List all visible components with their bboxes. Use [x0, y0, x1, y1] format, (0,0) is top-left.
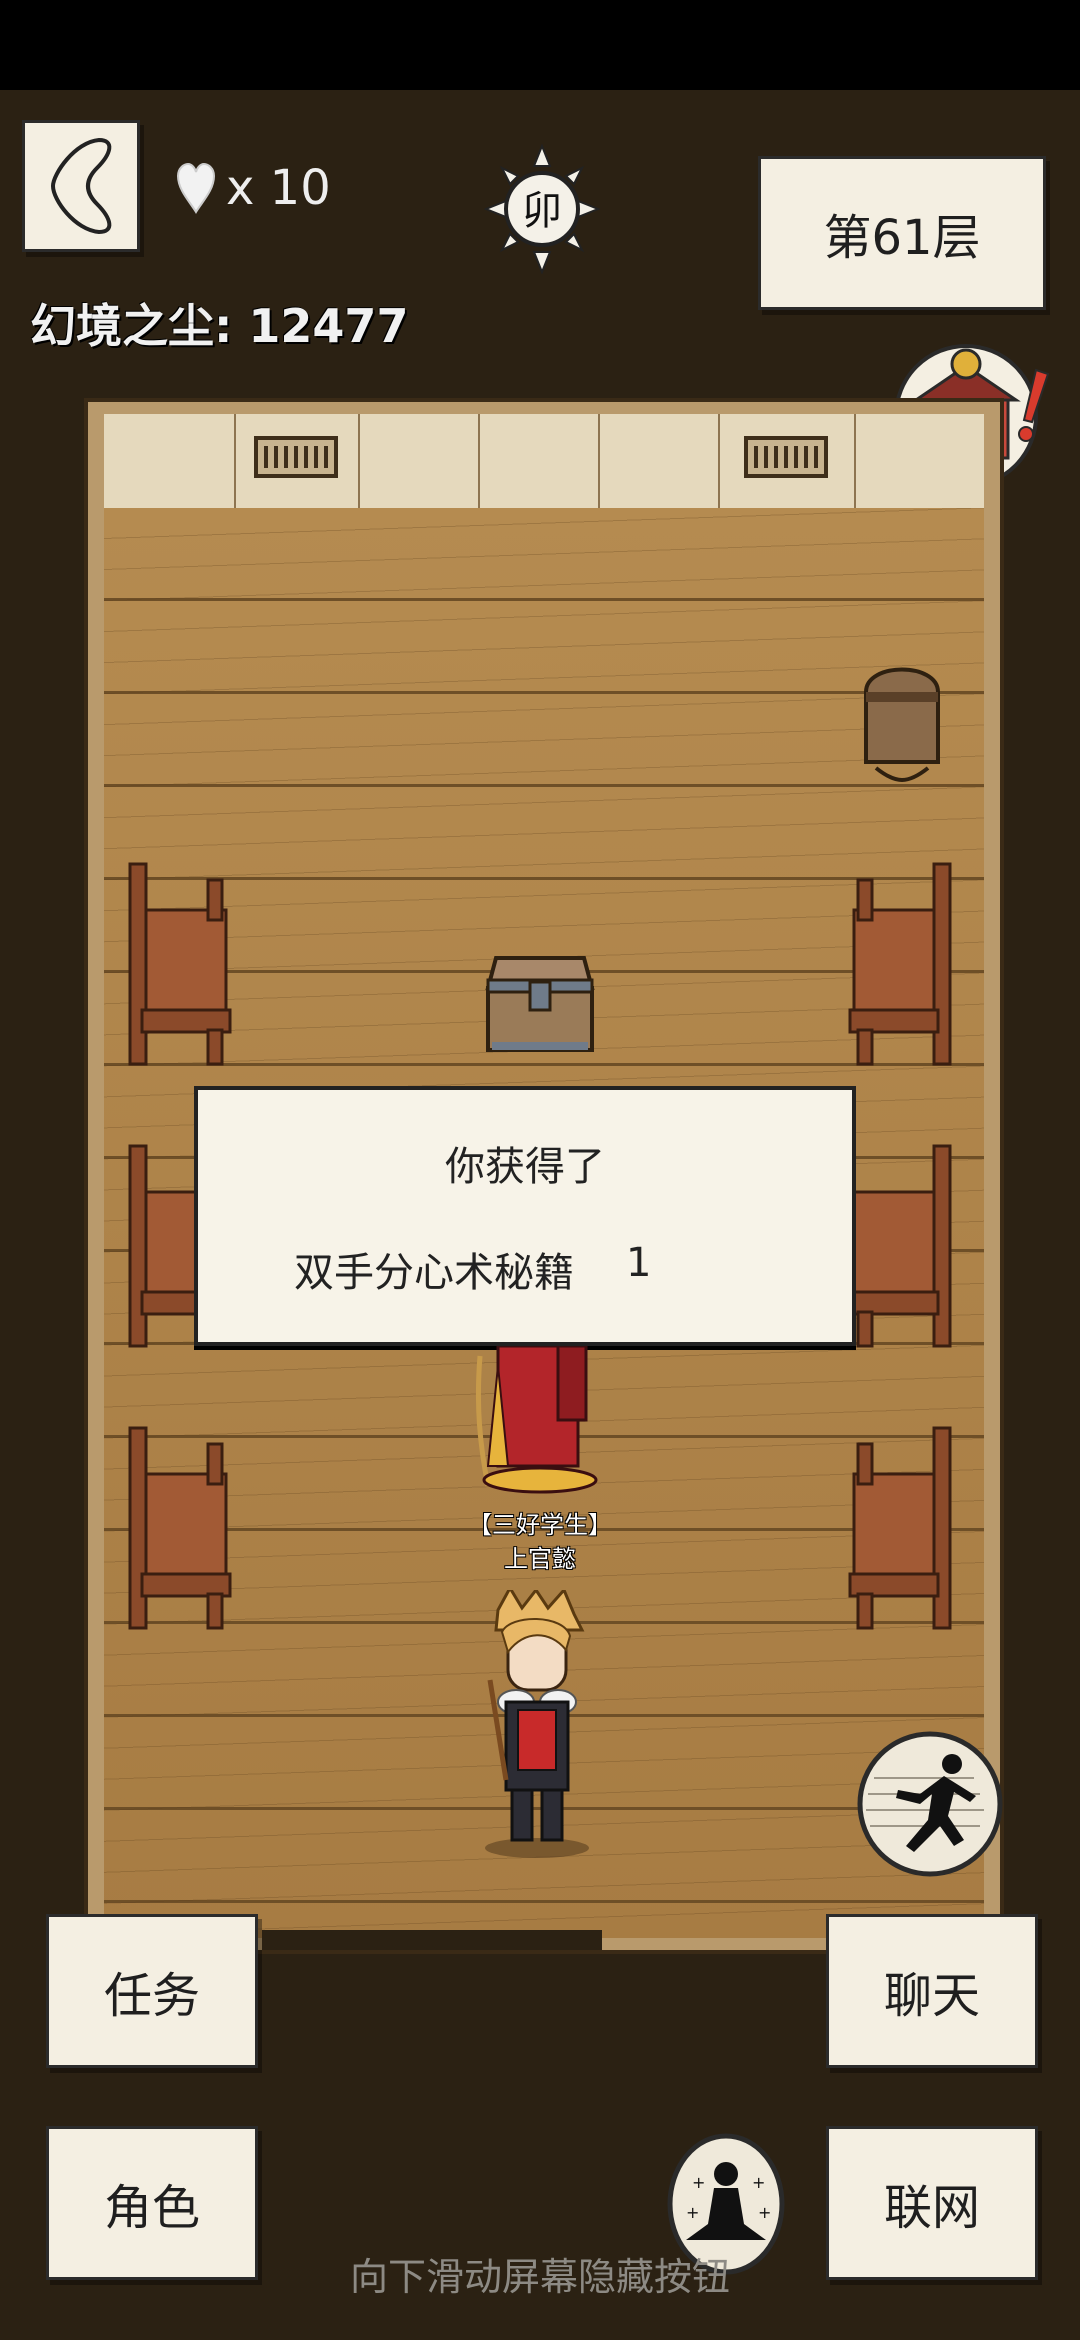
wooden-chair-left [128, 862, 232, 1066]
room-back-wall [104, 414, 984, 512]
status-bar [0, 0, 1080, 90]
heart-icon [176, 162, 216, 214]
npc-character[interactable] [468, 1346, 618, 1496]
wall-vent [744, 436, 828, 478]
npc-name: 上官懿 [504, 1545, 576, 1573]
lives-indicator: x 10 [176, 160, 331, 216]
wall-seam [358, 414, 360, 508]
svg-text:+: + [758, 2203, 771, 2222]
wall-seam [234, 414, 236, 508]
back-arrow-icon [50, 137, 112, 235]
reward-title: 你获得了 [445, 1144, 605, 1190]
time-glyph: 卯 [522, 188, 562, 234]
wooden-chair-left [128, 1426, 232, 1630]
reward-dialog[interactable]: 你获得了 双手分心术秘籍 1 [194, 1086, 856, 1346]
back-button[interactable] [22, 120, 140, 252]
task-button[interactable]: 任务 [46, 1914, 258, 2068]
wall-vent [254, 436, 338, 478]
npc-nameplate: 【三好学生】 上官懿 [440, 1508, 640, 1576]
wall-seam [718, 414, 720, 508]
wall-seam [854, 414, 856, 508]
svg-text:+: + [686, 2203, 699, 2222]
wooden-chair-right [848, 1426, 952, 1630]
lives-count: x 10 [226, 160, 331, 216]
time-of-day-icon: 卯 [483, 143, 601, 275]
svg-text:+: + [752, 2173, 765, 2192]
wall-seam [598, 414, 600, 508]
floor-level-label: 第61层 [758, 156, 1046, 310]
chat-button[interactable]: 聊天 [826, 1914, 1038, 2068]
reward-item-quantity: 1 [626, 1240, 652, 1286]
room-door-gap [262, 1930, 602, 1950]
svg-text:+: + [692, 2173, 705, 2192]
npc-title: 【三好学生】 [468, 1511, 612, 1539]
swipe-hint: 向下滑动屏幕隐藏按钮 [349, 2255, 730, 2299]
run-icon[interactable] [854, 1728, 1006, 1880]
wooden-chair-right [848, 862, 952, 1066]
wall-seam [478, 414, 480, 508]
dust-currency: 幻境之尘: 12477 [30, 299, 409, 353]
treasure-chest[interactable] [482, 952, 598, 1056]
player-character[interactable] [470, 1590, 604, 1860]
reward-item-name: 双手分心术秘籍 [294, 1250, 574, 1296]
treasure-chest-side[interactable] [856, 652, 948, 788]
wooden-chair-right [848, 1144, 952, 1348]
